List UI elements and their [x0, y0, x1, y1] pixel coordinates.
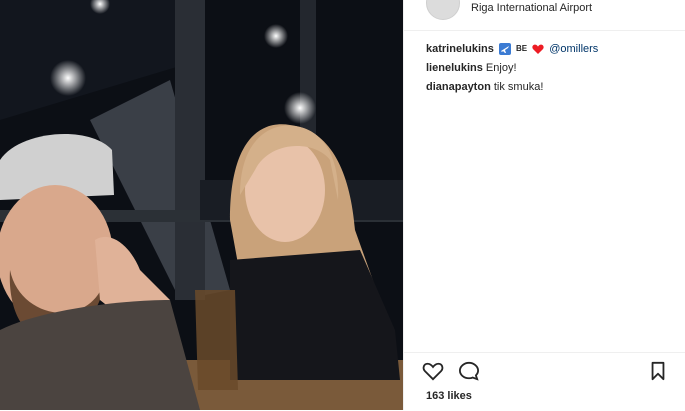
comment-item: dianapayton tik smuka!: [426, 80, 675, 94]
comments-list: katrinelukins BE @omillers lienelukins E…: [426, 42, 675, 99]
post-details-panel: Riga International Airport katrinelukins…: [403, 0, 685, 410]
post-actions: 163 likes: [404, 352, 685, 411]
comment-text: tik smuka!: [493, 81, 544, 94]
heart-icon: [532, 44, 544, 54]
airplane-icon: [498, 43, 511, 56]
comment-item: lienelukins Enjoy!: [426, 61, 675, 75]
comment-text: Enjoy!: [485, 62, 517, 75]
selfie-image: [0, 0, 403, 410]
post-header: Riga International Airport: [404, 0, 685, 31]
comment-icon[interactable]: [458, 361, 480, 381]
avatar[interactable]: [426, 0, 460, 20]
comment-mention[interactable]: @omillers: [549, 43, 598, 55]
post-photo[interactable]: [0, 0, 403, 410]
likes-count[interactable]: 163 likes: [426, 390, 472, 402]
comment-emoji-text: BE: [515, 44, 528, 54]
like-icon[interactable]: [422, 361, 444, 381]
save-icon[interactable]: [649, 361, 667, 381]
post-location[interactable]: Riga International Airport: [471, 2, 592, 14]
comment-username[interactable]: katrinelukins: [426, 43, 494, 55]
comment-username[interactable]: dianapayton: [426, 81, 491, 93]
comment-item: katrinelukins BE @omillers: [426, 42, 675, 56]
comment-username[interactable]: lienelukins: [426, 62, 483, 74]
